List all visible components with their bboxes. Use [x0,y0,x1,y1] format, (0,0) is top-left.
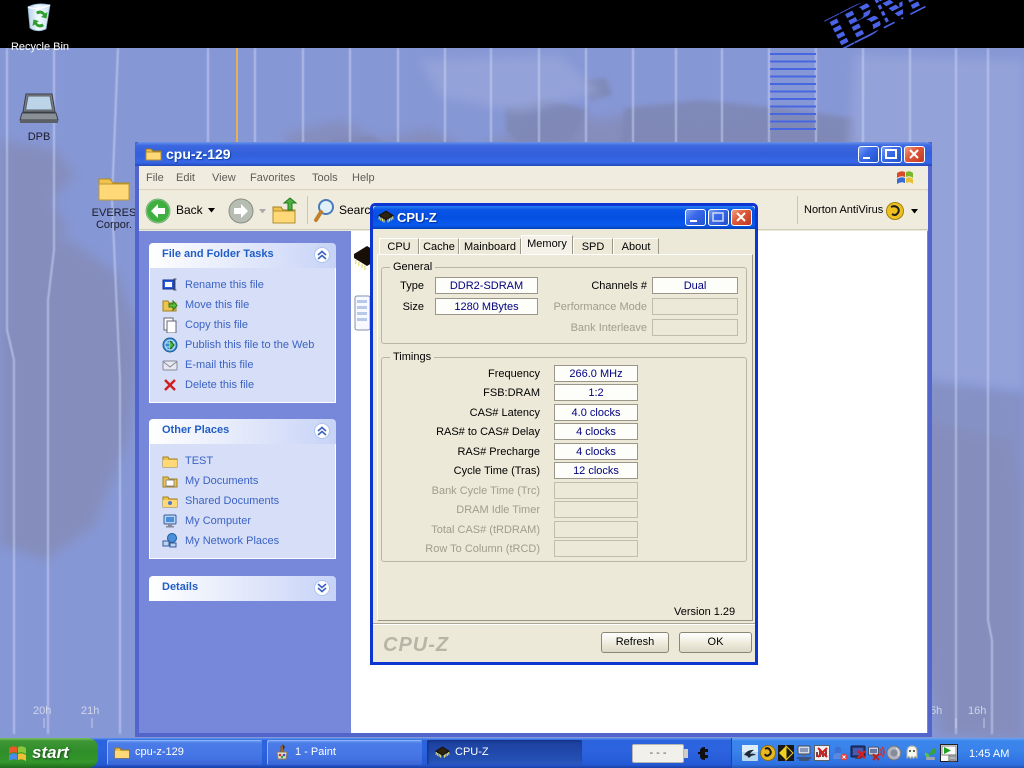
svg-text:21h: 21h [81,705,99,717]
svg-text:16h: 16h [968,705,986,717]
svg-text:20h: 20h [33,705,51,717]
